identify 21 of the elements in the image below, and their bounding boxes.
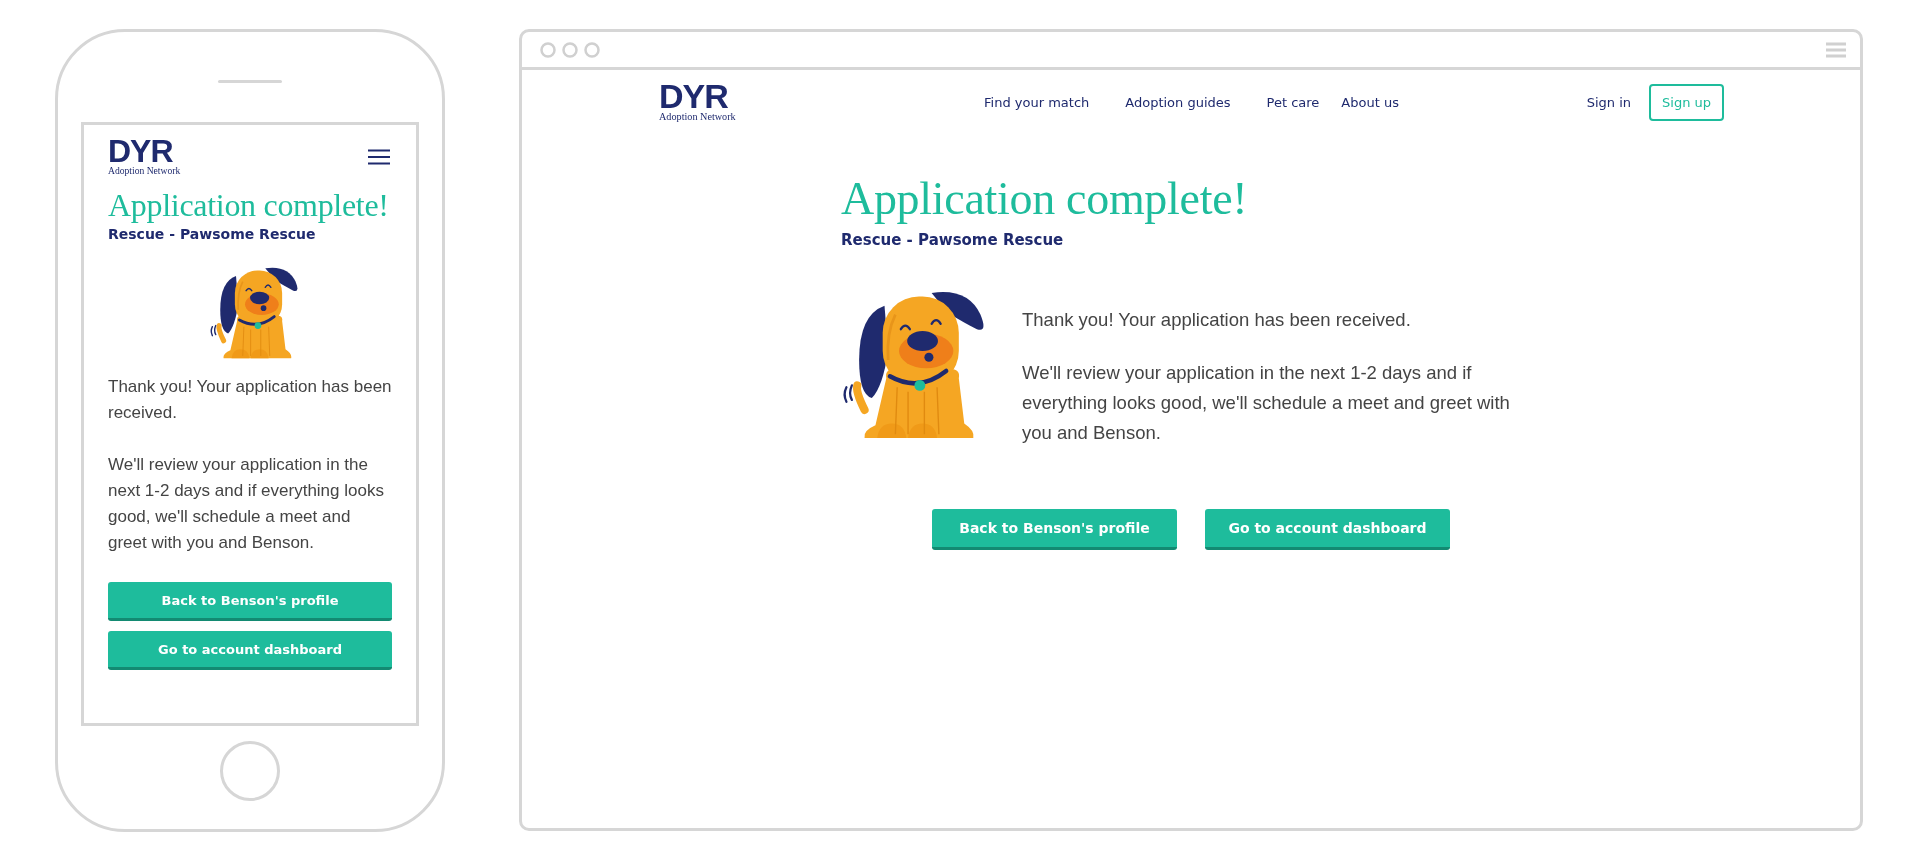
message-text: We'll review your application in the next 1-2 days and if everything looks good, we'll schedule a meet and greet with you and Benson. (1022, 360, 1511, 445)
message-text: Thank you! Your application has been received. (108, 376, 392, 425)
message-text: Thank you! Your application has been received. (1022, 307, 1412, 332)
window-controls-icon[interactable] (540, 41, 600, 58)
home-button[interactable] (220, 741, 280, 801)
logo-mark: DYR (108, 138, 173, 166)
page-heading: Application complete! (841, 174, 1249, 225)
nav-link[interactable]: About us (1341, 94, 1399, 110)
page-heading: Application complete! (108, 187, 390, 223)
menu-icon[interactable] (368, 148, 390, 165)
logo-mark: DYR (659, 82, 728, 111)
nav-link[interactable]: Pet care (1266, 94, 1320, 110)
phone-speaker (218, 80, 282, 83)
message-text: We'll review your application in the next 1-2 days and if everything looks good, we'll schedule a meet and greet with you and Benson. (108, 454, 385, 555)
logo-tagline: Adoption Network (659, 111, 736, 123)
rescue-name: Rescue - Pawsome Rescue (108, 225, 317, 242)
logo-tagline: Adoption Network (108, 166, 181, 176)
rescue-name: Rescue - Pawsome Rescue (841, 230, 1065, 249)
nav-link[interactable]: Adoption guides (1125, 94, 1231, 110)
nav-link[interactable]: Find your match (984, 94, 1090, 110)
sign-in-link[interactable]: Sign in (1586, 94, 1631, 110)
